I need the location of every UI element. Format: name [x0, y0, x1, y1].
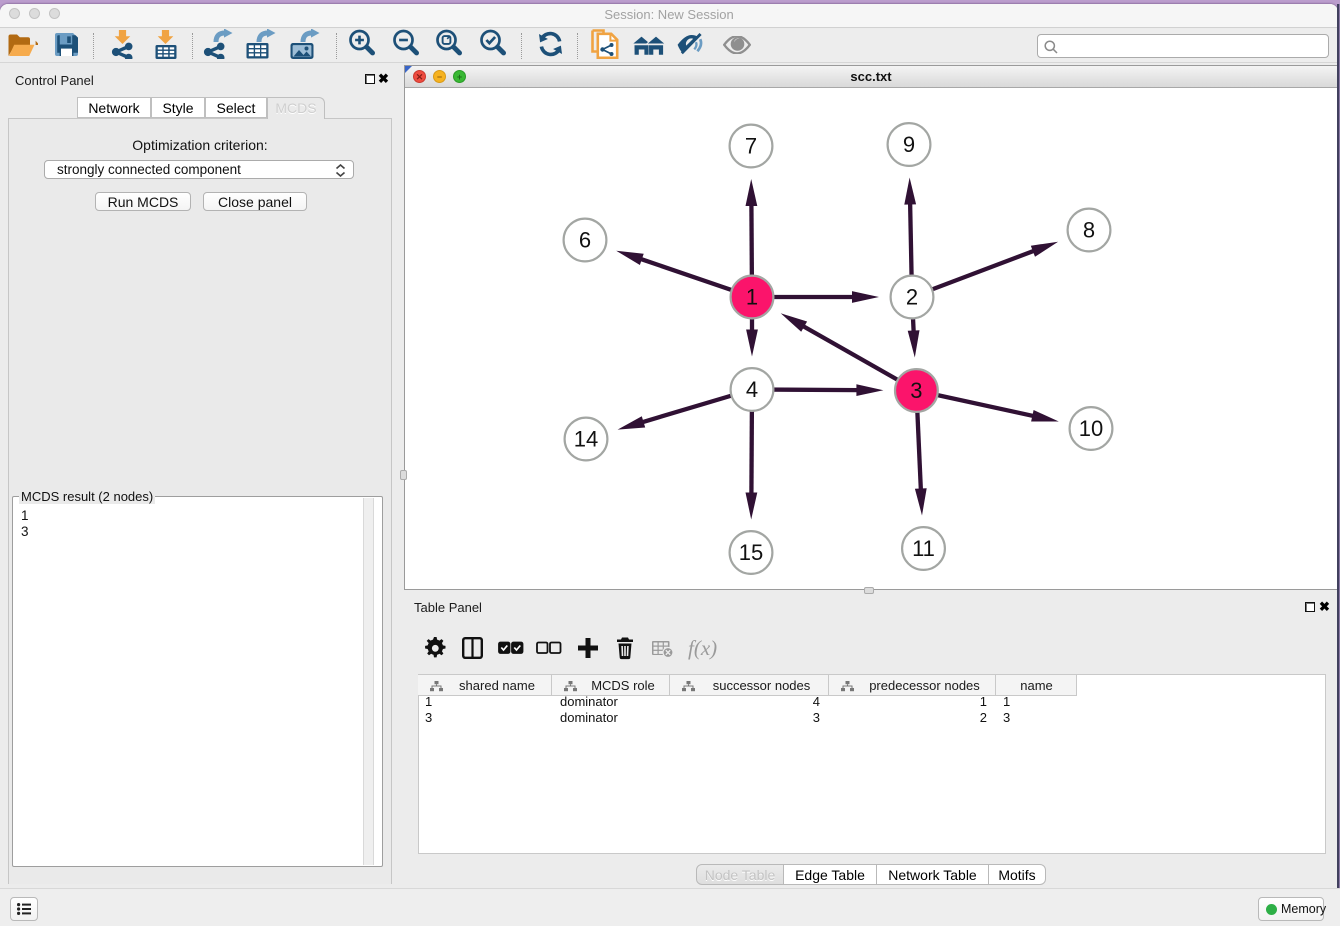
svg-text:9: 9 — [903, 132, 915, 157]
svg-text:11: 11 — [912, 536, 935, 561]
svg-text:2: 2 — [906, 285, 918, 310]
svg-text:6: 6 — [579, 228, 591, 253]
svg-text:1: 1 — [746, 285, 758, 310]
svg-text:10: 10 — [1079, 416, 1103, 441]
svg-text:3: 3 — [910, 378, 922, 403]
svg-text:7: 7 — [745, 134, 757, 159]
svg-text:14: 14 — [574, 427, 598, 452]
svg-text:4: 4 — [746, 377, 758, 402]
svg-text:15: 15 — [739, 540, 763, 565]
svg-text:8: 8 — [1083, 218, 1095, 243]
